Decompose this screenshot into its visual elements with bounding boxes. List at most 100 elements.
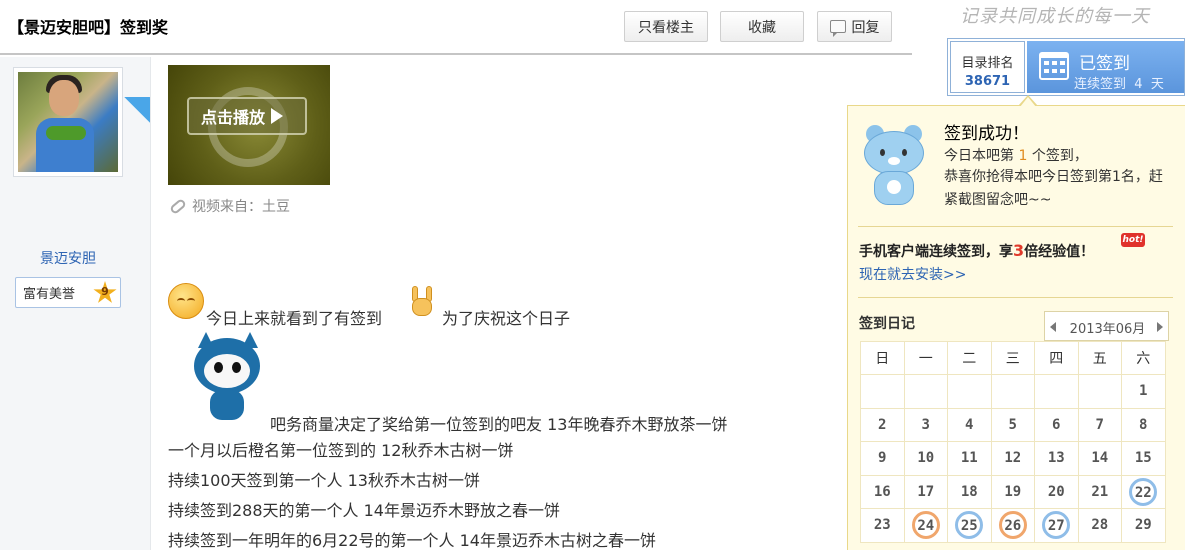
- calendar-day-number: 5: [1008, 416, 1017, 433]
- calendar-empty-cell: [990, 374, 1035, 409]
- sign-in-bar: 目录排名 38671 已签到 连续签到 4 天: [947, 38, 1185, 96]
- calendar-day[interactable]: 9: [860, 441, 905, 476]
- calendar-day-number: 3: [921, 416, 930, 433]
- calendar-day[interactable]: 5: [990, 407, 1035, 442]
- calendar-empty-cell: [947, 374, 992, 409]
- link-icon: [168, 197, 188, 215]
- signed-in-button[interactable]: 已签到 连续签到 4 天: [1027, 41, 1184, 93]
- calendar-day[interactable]: 28: [1077, 508, 1122, 543]
- avatar[interactable]: [13, 67, 123, 177]
- directory-rank[interactable]: 目录排名 38671: [950, 41, 1025, 93]
- calendar-day-number: 26: [998, 511, 1027, 540]
- post-line: 一个月以后橙名第一位签到的 12秋乔木古树一饼: [168, 441, 514, 460]
- calendar-day[interactable]: 12: [990, 441, 1035, 476]
- calendar-day[interactable]: 11: [947, 441, 992, 476]
- calendar-day-number: 13: [1047, 450, 1065, 467]
- hot-badge-icon: hot!: [1121, 233, 1145, 247]
- calendar-day-number: 22: [1129, 477, 1158, 506]
- calendar-day[interactable]: 7: [1077, 407, 1122, 442]
- collect-button[interactable]: 收藏: [720, 11, 804, 42]
- calendar-empty-cell: [1077, 374, 1122, 409]
- calendar-day[interactable]: 21: [1077, 474, 1122, 509]
- reply-button[interactable]: 回复: [817, 11, 892, 42]
- streak-days: 4: [1134, 77, 1143, 92]
- avatar-image: [18, 72, 118, 172]
- calendar-day-number: 11: [960, 450, 978, 467]
- only-author-button[interactable]: 只看楼主: [624, 11, 708, 42]
- calendar-day-number: 9: [878, 450, 887, 467]
- calendar-day[interactable]: 1: [1121, 374, 1166, 409]
- success-rank-line: 今日本吧第 1 个签到，: [944, 145, 1088, 165]
- mobile-promo-prefix: 手机客户端连续签到，享: [859, 244, 1013, 260]
- calendar-day[interactable]: 15: [1121, 441, 1166, 476]
- calendar-day[interactable]: 23: [860, 508, 905, 543]
- honor-badge[interactable]: 富有美誉 9: [15, 277, 121, 308]
- calendar-day[interactable]: 4: [947, 407, 992, 442]
- success-congrats-line: 恭喜你抢得本吧今日签到第1名，赶: [944, 169, 1163, 185]
- success-rank-number: 1: [1018, 148, 1028, 164]
- streak-text: 连续签到 4 天: [1074, 73, 1164, 92]
- calendar-day-number: 2: [878, 416, 887, 433]
- calendar-day-number: 25: [955, 511, 984, 540]
- calendar-empty-cell: [903, 374, 948, 409]
- calendar-day-number: 10: [917, 450, 935, 467]
- signed-in-label: 已签到: [1079, 54, 1130, 74]
- sign-calendar: 日 一 二 三 四 五 六 1 2 3 4 5 6 7 8 9 10 11 12 13 14 15 16 17 1…: [860, 341, 1166, 543]
- calendar-day[interactable]: 8: [1121, 407, 1166, 442]
- post-line: 持续签到288天的第一个人 14年景迈乔木野放之春一饼: [168, 501, 560, 520]
- calendar-day-number: 18: [960, 483, 978, 500]
- calendar-day-number: 7: [1095, 416, 1104, 433]
- weekday-header: 五: [1077, 341, 1122, 375]
- calendar-day[interactable]: 27: [1034, 508, 1079, 543]
- author-name[interactable]: 景迈安胆: [0, 248, 136, 268]
- calendar-day[interactable]: 25: [947, 508, 992, 543]
- weekday-header: 一: [903, 341, 948, 375]
- calendar-day-number: 20: [1047, 483, 1065, 500]
- calendar-day[interactable]: 16: [860, 474, 905, 509]
- calendar-day[interactable]: 22: [1121, 474, 1166, 509]
- calendar-day-number: 14: [1091, 450, 1109, 467]
- play-button[interactable]: 点击播放: [187, 97, 307, 135]
- calendar-day[interactable]: 19: [990, 474, 1035, 509]
- calendar-day[interactable]: 26: [990, 508, 1035, 543]
- calendar-day-number: 4: [965, 416, 974, 433]
- weekday-header: 四: [1034, 341, 1079, 375]
- calendar-empty-cell: [860, 374, 905, 409]
- honor-level-value: 9: [101, 285, 109, 298]
- weekday-header: 六: [1121, 341, 1166, 375]
- mobile-promo: 手机客户端连续签到，享3倍经验值！: [859, 241, 1094, 261]
- calendar-day[interactable]: 29: [1121, 508, 1166, 543]
- author-panel: 景迈安胆 富有美誉 9: [0, 57, 151, 550]
- calendar-day[interactable]: 3: [903, 407, 948, 442]
- calendar-day-number: 27: [1042, 511, 1071, 540]
- calendar-day[interactable]: 13: [1034, 441, 1079, 476]
- calendar-week-row: 23 24 25 26 27 28 29: [860, 508, 1166, 543]
- video-player[interactable]: 点击播放: [168, 65, 330, 185]
- calendar-day[interactable]: 20: [1034, 474, 1079, 509]
- calendar-day-number: 29: [1134, 517, 1152, 534]
- reply-button-label: 回复: [851, 19, 880, 36]
- calendar-day[interactable]: 18: [947, 474, 992, 509]
- sign-slogan: 记录共同成长的每一天: [960, 6, 1150, 27]
- calendar-empty-cell: [1034, 374, 1079, 409]
- post-line: 为了庆祝这个日子: [442, 309, 571, 328]
- calendar-day[interactable]: 24: [903, 508, 948, 543]
- post-line: 持续100天签到第一个人 13秋乔木古树一饼: [168, 471, 480, 490]
- calendar-day[interactable]: 14: [1077, 441, 1122, 476]
- calendar-day[interactable]: 2: [860, 407, 905, 442]
- calendar-day-number: 8: [1139, 416, 1148, 433]
- video-source[interactable]: 视频来自：土豆: [168, 196, 290, 216]
- success-title: 签到成功！: [944, 124, 1029, 144]
- weekday-header: 二: [947, 341, 992, 375]
- weekday-header: 三: [990, 341, 1035, 375]
- play-icon: [271, 108, 284, 124]
- mobile-promo-suffix: 倍经验值！: [1024, 244, 1095, 260]
- calendar-day[interactable]: 10: [903, 441, 948, 476]
- calendar-day[interactable]: 17: [903, 474, 948, 509]
- calendar-day[interactable]: 6: [1034, 407, 1079, 442]
- calendar-week-row: 16 17 18 19 20 21 22: [860, 474, 1166, 509]
- install-link[interactable]: 现在就去安装>>: [859, 264, 966, 284]
- calendar-day-number: 15: [1134, 450, 1152, 467]
- calendar-day-number: 1: [1139, 383, 1148, 400]
- next-month-icon[interactable]: [1157, 322, 1163, 332]
